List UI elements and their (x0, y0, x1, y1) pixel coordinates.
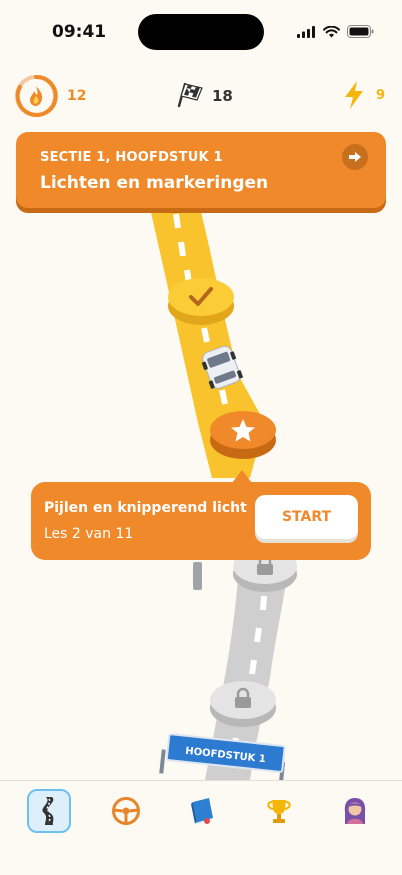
tab-profile[interactable] (333, 789, 377, 833)
tab-book[interactable] (180, 789, 224, 833)
stats-bar: 12 18 9 (0, 72, 402, 120)
section-subtitle: SECTIE 1, HOOFDSTUK 1 (40, 150, 223, 165)
lesson-progress: Les 2 van 11 (44, 526, 134, 542)
energy-count: 9 (376, 88, 386, 103)
lesson-title: Pijlen en knipperend licht (44, 500, 247, 516)
streak-count: 12 (67, 88, 87, 104)
road-icon (42, 797, 54, 825)
lesson-popup: Pijlen en knipperend licht Les 2 van 11 … (31, 482, 371, 560)
steering-wheel-icon (112, 797, 140, 825)
checkered-flag-icon[interactable] (176, 82, 204, 108)
arrow-right-icon (349, 152, 361, 162)
tab-bar (0, 780, 402, 875)
start-button[interactable]: START (255, 495, 358, 539)
section-header-card[interactable]: SECTIE 1, HOOFDSTUK 1 Lichten en markeri… (16, 132, 386, 208)
tab-trophy[interactable] (257, 789, 301, 833)
trophy-icon (267, 800, 291, 823)
status-bar: 09:41 (0, 0, 402, 62)
avatar-icon (344, 798, 366, 824)
cellular-signal-icon (297, 25, 315, 38)
dynamic-island (138, 14, 264, 50)
status-icons (297, 25, 374, 38)
battery-icon (347, 25, 374, 38)
tab-steering[interactable] (104, 789, 148, 833)
wifi-icon (323, 25, 340, 37)
status-time: 09:41 (52, 22, 107, 42)
section-arrow-button[interactable] (342, 144, 368, 170)
road-post (193, 562, 202, 590)
flag-count: 18 (212, 87, 233, 105)
tab-road[interactable] (27, 789, 71, 833)
book-icon (191, 798, 213, 825)
section-title: Lichten en markeringen (40, 173, 269, 193)
lesson-node-current[interactable] (210, 411, 276, 459)
streak-fire-icon[interactable] (14, 74, 58, 118)
lightning-bolt-icon[interactable] (342, 80, 366, 110)
lesson-node-completed[interactable] (168, 278, 234, 325)
lesson-node-locked[interactable] (210, 681, 276, 727)
